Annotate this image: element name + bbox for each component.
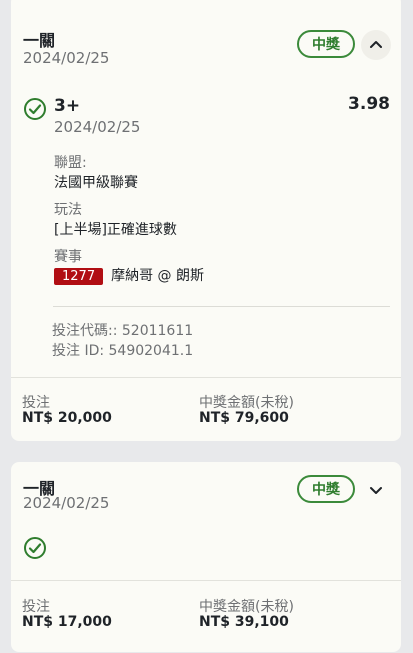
payout-value: NT$ 79,600 — [199, 410, 289, 426]
chevron-up-icon — [370, 41, 382, 48]
bet-id: 投注 ID: 54902041.1 — [52, 343, 194, 359]
payout-value: NT$ 39,100 — [199, 614, 289, 630]
divider — [53, 306, 390, 307]
bet-card: 一關 2024/02/25 中獎 投注 NT$ 17,000 中獎金額(未稅) … — [11, 462, 401, 652]
event-row: 1277 摩納哥 @ 朗斯 — [54, 265, 204, 285]
collapse-button[interactable] — [361, 30, 391, 60]
market-value: [上半場]正確進球數 — [54, 222, 177, 238]
bet-code: 投注代碼:: 52011611 — [52, 323, 194, 339]
stake-value: NT$ 20,000 — [22, 410, 112, 426]
payout-label: 中獎金額(未稅) — [199, 599, 294, 615]
stake-label: 投注 — [22, 599, 50, 615]
expand-button[interactable] — [361, 475, 391, 505]
event-code-badge: 1277 — [54, 268, 104, 285]
bet-date: 2024/02/25 — [23, 494, 110, 512]
chevron-down-icon — [370, 487, 382, 494]
bet-card: 一關 2024/02/25 中獎 3+ 2024/02/25 3.98 聯盟: … — [11, 0, 401, 441]
event-label: 賽事 — [54, 249, 82, 265]
selection-name: 3+ — [54, 96, 81, 116]
event-name: 摩納哥 @ 朗斯 — [111, 268, 204, 284]
status-badge: 中獎 — [297, 475, 355, 503]
payout-label: 中獎金額(未稅) — [199, 395, 294, 411]
bet-date: 2024/02/25 — [23, 49, 110, 67]
stake-value: NT$ 17,000 — [22, 614, 112, 630]
bet-footer: 投注 NT$ 20,000 中獎金額(未稅) NT$ 79,600 — [11, 377, 401, 442]
stake-label: 投注 — [22, 395, 50, 411]
bet-footer: 投注 NT$ 17,000 中獎金額(未稅) NT$ 39,100 — [11, 580, 401, 653]
check-circle-icon — [24, 98, 46, 120]
selection-date: 2024/02/25 — [54, 118, 141, 136]
check-circle-icon — [24, 537, 46, 559]
league-value: 法國甲級聯賽 — [54, 175, 138, 191]
league-label: 聯盟: — [54, 155, 87, 171]
status-badge: 中獎 — [297, 30, 355, 58]
selection-odds: 3.98 — [348, 94, 390, 114]
bet-type-title: 一關 — [23, 31, 56, 50]
market-label: 玩法 — [54, 202, 82, 218]
